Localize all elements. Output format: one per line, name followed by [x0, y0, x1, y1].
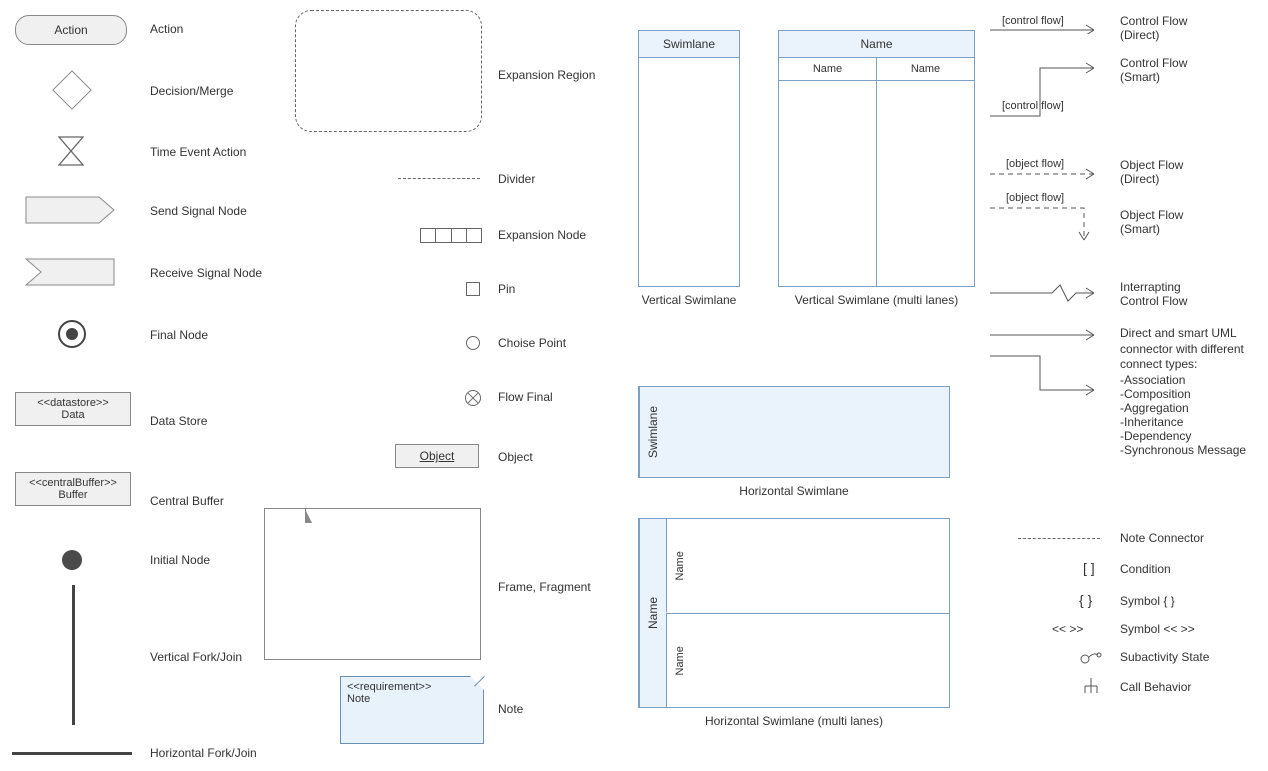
time-event-label: Time Event Action — [150, 145, 246, 159]
action-pill: Action — [15, 15, 127, 45]
hswim-caption: Horizontal Swimlane — [638, 484, 950, 498]
curly-label: Symbol { } — [1120, 594, 1175, 608]
final-node-label: Final Node — [150, 328, 208, 342]
action-label: Action — [150, 22, 183, 36]
hswim-multi-sub1: Name — [666, 519, 693, 613]
hswim-multi-caption: Horizontal Swimlane (multi lanes) — [638, 714, 950, 728]
expansion-region-label: Expansion Region — [498, 68, 595, 82]
send-signal-shape — [25, 196, 115, 224]
vfork-label: Vertical Fork/Join — [150, 650, 242, 664]
hfork-shape — [12, 752, 132, 755]
pin-shape — [466, 282, 480, 296]
of-direct-text: [object flow] — [1006, 158, 1064, 170]
expansion-region-shape — [295, 10, 482, 132]
vswim-head: Swimlane — [639, 31, 739, 58]
expansion-node-label: Expansion Node — [498, 228, 586, 242]
datastore-shape: <<datastore>> Data — [15, 392, 131, 426]
send-signal-label: Send Signal Node — [150, 204, 247, 218]
connector-desc: Direct and smart UML connector with diff… — [1120, 326, 1255, 457]
of-smart-label: Object Flow (Smart) — [1120, 208, 1183, 236]
call-behavior-label: Call Behavior — [1120, 680, 1191, 694]
curly-symbol: { } — [1079, 592, 1092, 608]
note-connector-label: Note Connector — [1120, 531, 1204, 545]
frame-shape — [264, 508, 481, 660]
datastore-stereo: <<datastore>> — [18, 397, 128, 409]
object-shape: Object — [395, 444, 479, 468]
horizontal-swimlane: Swimlane Horizontal Swimlane — [638, 386, 950, 498]
note-shape: <<requirement>> Note — [340, 676, 484, 744]
cf-direct-label: Control Flow (Direct) — [1120, 14, 1187, 42]
angle-label: Symbol << >> — [1120, 622, 1195, 636]
datastore-label: Data Store — [150, 414, 207, 428]
note-stereo: <<requirement>> — [347, 681, 477, 693]
angle-symbol: << >> — [1052, 622, 1083, 636]
interrupting-label: Interrapting Control Flow — [1120, 280, 1187, 308]
vertical-swimlane-multi: Name Name Name Vertical Swimlane (multi … — [778, 30, 975, 307]
hourglass-icon — [58, 136, 84, 166]
hswim-multi-sub2: Name — [666, 614, 693, 708]
hswim-head: Swimlane — [639, 387, 666, 477]
receive-signal-label: Receive Signal Node — [150, 266, 262, 280]
decision-diamond — [58, 76, 86, 104]
decision-label: Decision/Merge — [150, 84, 233, 98]
vfork-shape — [72, 585, 75, 725]
central-buffer-shape: <<centralBuffer>> Buffer — [15, 472, 131, 506]
divider-shape — [398, 178, 480, 179]
vertical-swimlane: Swimlane Vertical Swimlane — [638, 30, 740, 307]
note-label: Note — [498, 702, 523, 716]
vswim-multi-sub2: Name — [877, 58, 974, 81]
cf-direct-text: [control flow] — [1002, 15, 1064, 27]
final-node-shape — [58, 320, 86, 348]
initial-node-label: Initial Node — [150, 553, 210, 567]
hswim-multi-head: Name — [639, 519, 666, 707]
note-name: Note — [347, 693, 477, 705]
subactivity-label: Subactivity State — [1120, 650, 1209, 664]
vswim-multi-caption: Vertical Swimlane (multi lanes) — [778, 293, 975, 307]
central-buffer-stereo: <<centralBuffer>> — [18, 477, 128, 489]
flow-final-shape — [465, 390, 481, 406]
interrupting-arrow — [990, 282, 1105, 307]
condition-symbol: [ ] — [1083, 560, 1095, 576]
hfork-label: Horizontal Fork/Join — [150, 746, 257, 760]
object-label: Object — [498, 450, 533, 464]
connector-direct-arrow — [990, 326, 1105, 347]
of-direct-label: Object Flow (Direct) — [1120, 158, 1183, 186]
frame-label: Frame, Fragment — [498, 580, 591, 594]
connector-smart-arrow — [990, 352, 1105, 399]
vswim-caption: Vertical Swimlane — [638, 293, 740, 307]
subactivity-icon — [1080, 650, 1102, 667]
horizontal-swimlane-multi: Name Name Name Horizontal Swimlane (mult… — [638, 518, 950, 728]
initial-node-shape — [62, 550, 82, 570]
flow-final-label: Flow Final — [498, 390, 553, 404]
divider-label: Divider — [498, 172, 535, 186]
receive-signal-shape — [25, 258, 115, 286]
expansion-node-shape — [420, 228, 482, 243]
vswim-multi-head: Name — [779, 31, 974, 58]
cf-smart-label: Control Flow (Smart) — [1120, 56, 1187, 84]
central-buffer-label: Central Buffer — [150, 494, 224, 508]
vswim-multi-sub1: Name — [779, 58, 876, 81]
object-flow-smart-arrow — [990, 200, 1105, 249]
control-flow-smart-arrow — [990, 60, 1105, 123]
choise-label: Choise Point — [498, 336, 566, 350]
call-behavior-icon — [1082, 678, 1100, 697]
condition-label: Condition — [1120, 562, 1171, 576]
action-shape: Action — [15, 15, 127, 45]
datastore-name: Data — [18, 409, 128, 421]
choise-point-shape — [466, 336, 480, 350]
central-buffer-name: Buffer — [18, 489, 128, 501]
of-smart-text: [object flow] — [1006, 192, 1064, 204]
pin-label: Pin — [498, 282, 515, 296]
note-connector-line — [1018, 538, 1100, 539]
cf-smart-text: [control flow] — [1002, 100, 1064, 112]
